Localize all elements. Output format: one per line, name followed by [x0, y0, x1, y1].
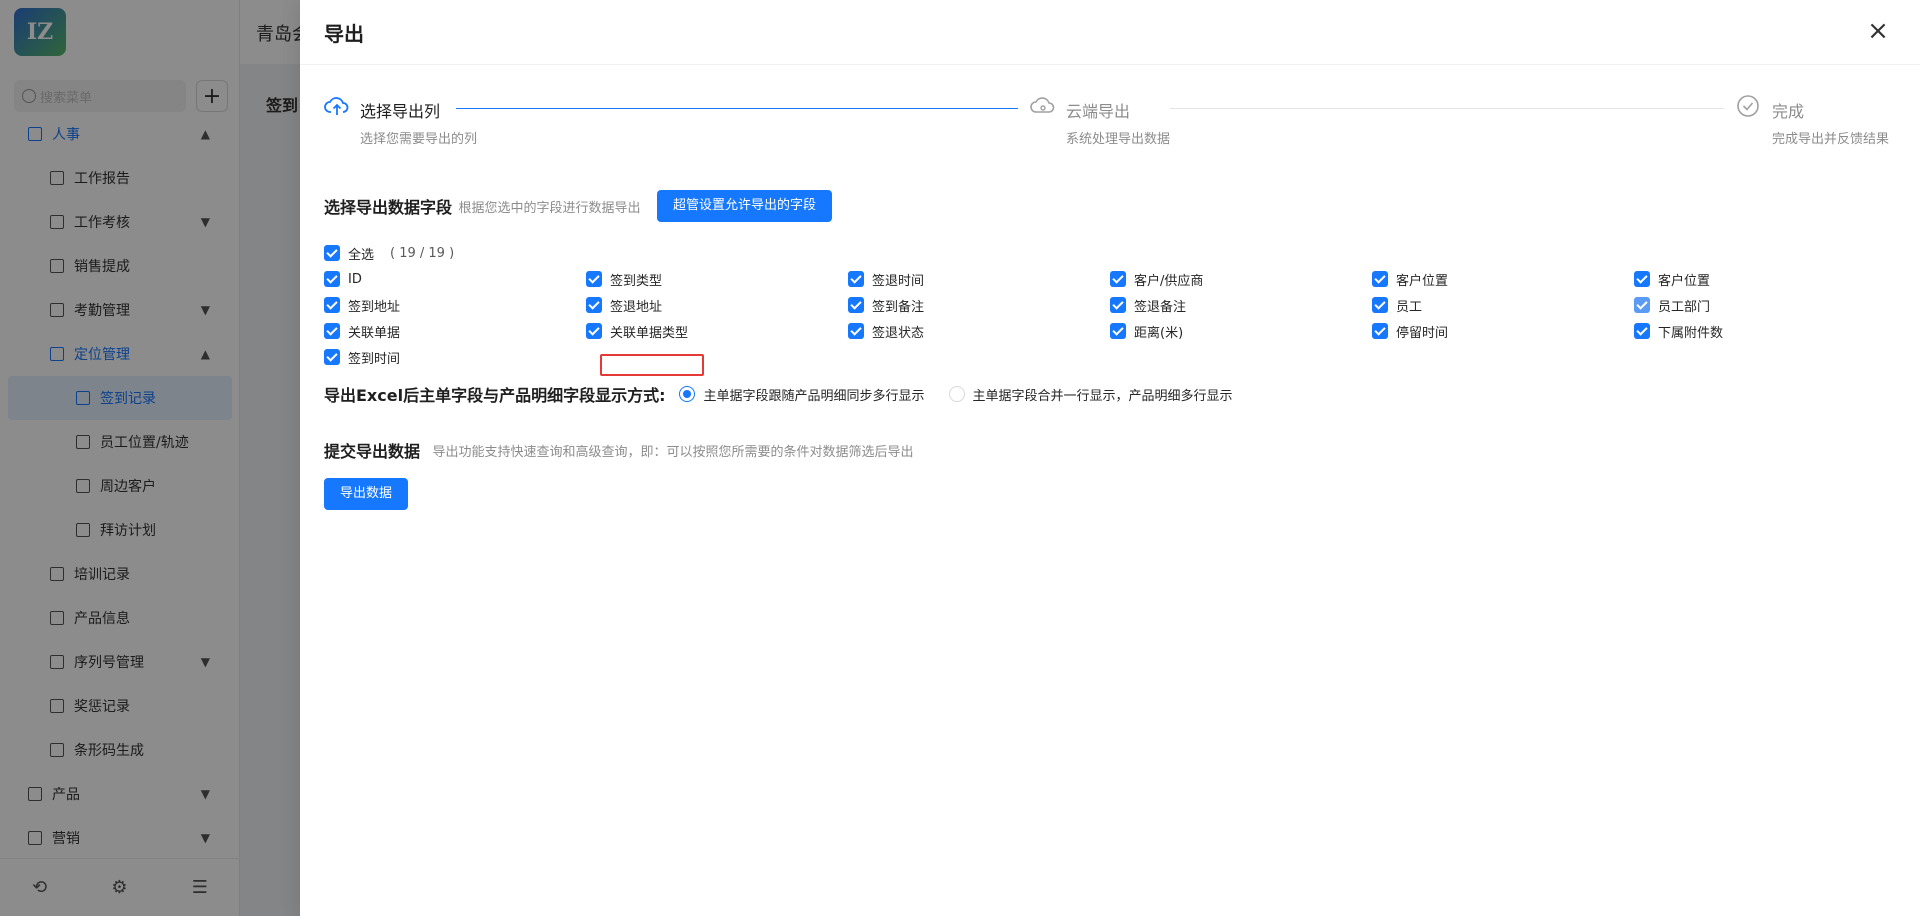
checkbox-checked-icon[interactable] — [324, 323, 340, 339]
step-description: 系统处理导出数据 — [1066, 132, 1171, 147]
field-label: 客户/供应商 — [1134, 273, 1204, 289]
checkbox-checked-icon[interactable] — [848, 297, 864, 313]
field-label: 关联单据 — [348, 325, 401, 341]
field-label: 签退备注 — [1134, 299, 1187, 315]
radio-sync-multiline[interactable] — [679, 386, 696, 402]
checkbox-checked-icon[interactable] — [586, 271, 602, 287]
admin-allowed-fields-button[interactable]: 超管设置允许导出的字段 — [656, 190, 832, 222]
field-checkbox[interactable]: 关联单据 — [324, 318, 586, 344]
field-label: 关联单据类型 — [610, 325, 689, 341]
cloud-icon — [1030, 97, 1055, 113]
field-checkbox[interactable]: 签到时间 — [324, 344, 586, 370]
field-grid: ID 签到类型 签退时间 客户/供应商 客户位置 客户位置签到地址 签退地址 签到备注 签退备注… — [324, 266, 1904, 370]
checkbox-checked-icon[interactable] — [324, 297, 340, 313]
checkbox-checked-icon[interactable] — [1634, 271, 1650, 287]
selected-count: ( 19 / 19 ) — [390, 245, 455, 261]
export-steps: 选择导出列 选择您需要导出的列 云端导出 系统处理导出数据 完成 完成导出并反馈… — [324, 92, 1900, 152]
field-checkbox[interactable]: 签退时间 — [848, 266, 1110, 292]
checkbox-checked-icon[interactable] — [586, 297, 602, 313]
field-checkbox[interactable]: 员工部门 — [1634, 292, 1896, 318]
fields-section-title: 选择导出数据字段 — [324, 198, 453, 217]
checkbox-checked-icon[interactable] — [848, 271, 864, 287]
field-checkbox[interactable]: 签到备注 — [848, 292, 1110, 318]
field-checkbox[interactable]: 关联单据类型 — [586, 318, 848, 344]
checkbox-checked-icon[interactable] — [586, 323, 602, 339]
field-checkbox[interactable]: 签退地址 — [586, 292, 848, 318]
export-drawer: 导出 × 选择导出列 选择您需要导出的列 云端导出 系统处理导出数据 完成 完成… — [300, 0, 1920, 916]
drawer-header: 导出 × — [300, 0, 1920, 65]
field-checkbox[interactable]: 签退备注 — [1110, 292, 1372, 318]
submit-section-hint: 导出功能支持快速查询和高级查询，即：可以按照您所需要的条件对数据筛选后导出 — [432, 444, 914, 460]
field-checkbox[interactable]: 签到地址 — [324, 292, 586, 318]
field-checkbox[interactable]: ID — [324, 266, 586, 292]
select-all-label: 全选 — [348, 247, 375, 263]
field-label: 签到类型 — [610, 273, 663, 289]
checkbox-checked-icon[interactable] — [1110, 297, 1126, 313]
field-label: 距离(米) — [1134, 325, 1184, 341]
display-mode-section: 导出Excel后主单字段与产品明细字段显示方式: 主单据字段跟随产品明细同步多行… — [324, 382, 1257, 406]
field-checkbox[interactable]: 停留时间 — [1372, 318, 1634, 344]
step-description: 选择您需要导出的列 — [360, 132, 478, 147]
checkbox-checked-icon[interactable] — [324, 349, 340, 365]
field-checkbox[interactable]: 下属附件数 — [1634, 318, 1896, 344]
submit-section-header: 提交导出数据 导出功能支持快速查询和高级查询，即：可以按照您所需要的条件对数据筛… — [324, 438, 913, 462]
display-mode-title: 导出Excel后主单字段与产品明细字段显示方式: — [324, 386, 666, 405]
step-connector-1 — [456, 108, 1018, 109]
field-label: 签退状态 — [872, 325, 925, 341]
field-checkbox[interactable]: 客户/供应商 — [1110, 266, 1372, 292]
close-icon[interactable]: × — [1864, 18, 1892, 46]
highlight-box — [600, 354, 704, 376]
checkbox-checked-icon[interactable] — [848, 323, 864, 339]
export-data-button[interactable]: 导出数据 — [324, 478, 409, 510]
field-checkbox-group: 全选 ( 19 / 19 ) ID 签到类型 签退时间 客户/供应商 客户位置 客户位置签… — [324, 240, 1904, 370]
checkbox-checked-icon[interactable] — [1110, 323, 1126, 339]
field-label: 签到地址 — [348, 299, 401, 315]
field-label: 签到备注 — [872, 299, 925, 315]
checkbox-checked-icon[interactable] — [1372, 323, 1388, 339]
field-label: 下属附件数 — [1658, 325, 1724, 341]
field-checkbox[interactable]: 客户位置 — [1372, 266, 1634, 292]
step-title: 云端导出 — [1066, 102, 1131, 121]
radio-label[interactable]: 主单据字段合并一行显示，产品明细多行显示 — [973, 385, 1233, 404]
field-checkbox[interactable]: 客户位置 — [1634, 266, 1896, 292]
field-checkbox[interactable]: 签退状态 — [848, 318, 1110, 344]
fields-section-hint: 根据您选中的字段进行数据导出 — [458, 200, 641, 216]
field-label: 签退地址 — [610, 299, 663, 315]
fields-section-header: 选择导出数据字段 根据您选中的字段进行数据导出 超管设置允许导出的字段 — [324, 190, 832, 222]
field-label: ID — [348, 271, 362, 287]
field-label: 员工 — [1396, 299, 1423, 315]
select-all-checkbox[interactable]: 全选 ( 19 / 19 ) — [324, 240, 1904, 266]
field-checkbox[interactable]: 员工 — [1372, 292, 1634, 318]
step-description: 完成导出并反馈结果 — [1772, 132, 1890, 147]
step-title: 选择导出列 — [360, 102, 441, 121]
checkbox-checked-icon[interactable] — [1634, 297, 1650, 313]
drawer-title: 导出 — [324, 21, 364, 46]
radio-label[interactable]: 主单据字段跟随产品明细同步多行显示 — [703, 385, 924, 404]
field-label: 客户位置 — [1396, 273, 1449, 289]
field-label: 签退时间 — [872, 273, 925, 289]
field-label: 签到时间 — [348, 351, 401, 367]
radio-merge-single-line[interactable] — [948, 386, 965, 402]
field-checkbox[interactable]: 签到类型 — [586, 266, 848, 292]
checkbox-checked-icon[interactable] — [1372, 297, 1388, 313]
field-label: 员工部门 — [1658, 299, 1711, 315]
field-label: 停留时间 — [1396, 325, 1449, 341]
field-label: 客户位置 — [1658, 273, 1711, 289]
checkbox-checked-icon[interactable] — [1372, 271, 1388, 287]
checkbox-checked-icon[interactable] — [1634, 323, 1650, 339]
submit-section-title: 提交导出数据 — [324, 442, 421, 461]
check-circle-icon — [1737, 95, 1759, 117]
checkbox-checked-icon[interactable] — [324, 245, 340, 261]
checkbox-checked-icon[interactable] — [324, 271, 340, 287]
step-connector-2 — [1170, 108, 1724, 109]
cloud-upload-icon — [324, 97, 349, 115]
checkbox-checked-icon[interactable] — [1110, 271, 1126, 287]
field-checkbox[interactable]: 距离(米) — [1110, 318, 1372, 344]
step-title: 完成 — [1772, 102, 1805, 121]
